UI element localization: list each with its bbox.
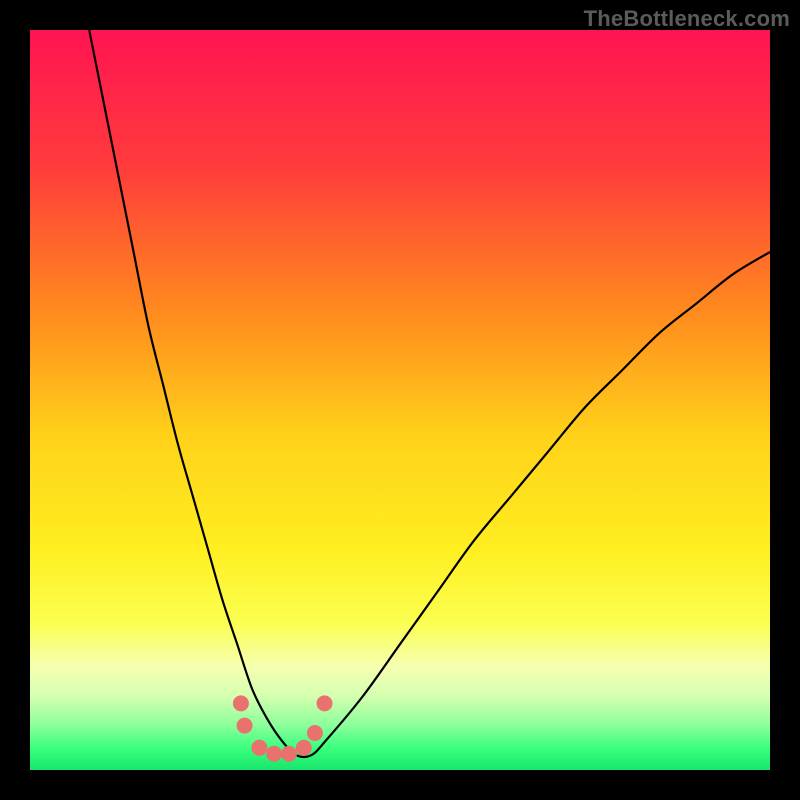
- bottleneck-curve: [89, 30, 770, 757]
- marker-dot: [317, 695, 333, 711]
- marker-dot: [281, 746, 297, 762]
- marker-dot: [237, 718, 253, 734]
- marker-dot: [307, 725, 323, 741]
- marker-dot: [296, 740, 312, 756]
- marker-dot: [266, 746, 282, 762]
- marker-dots: [233, 695, 333, 761]
- marker-dot: [233, 695, 249, 711]
- marker-dot: [251, 740, 267, 756]
- curve-layer: [30, 30, 770, 770]
- watermark-text: TheBottleneck.com: [584, 6, 790, 32]
- plot-area: [30, 30, 770, 770]
- chart-frame: TheBottleneck.com: [0, 0, 800, 800]
